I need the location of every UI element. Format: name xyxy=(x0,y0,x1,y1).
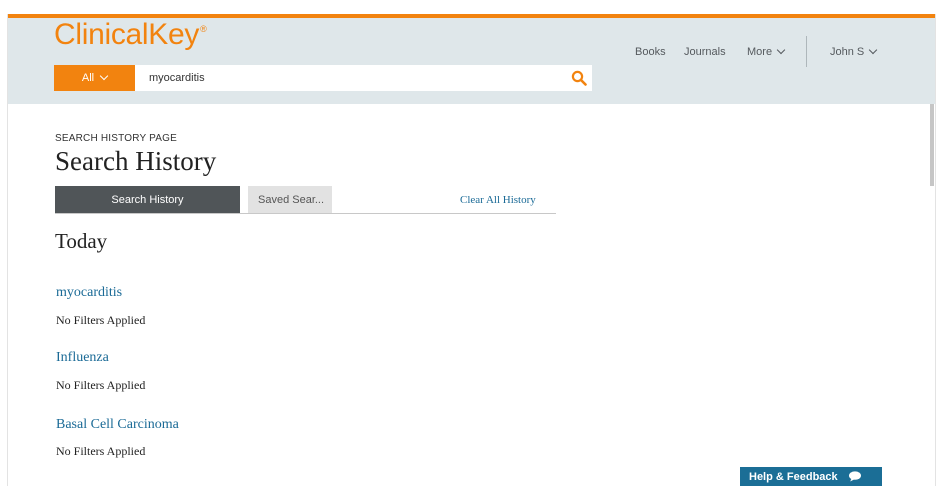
search-icon[interactable] xyxy=(571,70,587,86)
history-item-filters: No Filters Applied xyxy=(56,378,146,392)
chevron-down-icon xyxy=(869,45,878,55)
nav-more-label: More xyxy=(747,46,773,58)
nav-journals-link[interactable]: Journals xyxy=(684,46,726,58)
user-menu[interactable]: John S xyxy=(830,45,878,58)
tab-underline xyxy=(55,213,556,214)
search-bar: All xyxy=(54,65,592,91)
history-item-filters: No Filters Applied xyxy=(56,444,146,458)
browser-viewport: ClinicalKey® All Books Journals More Joh… xyxy=(7,14,936,486)
search-input[interactable] xyxy=(135,65,569,91)
chat-bubble-icon xyxy=(848,471,861,482)
logo-text: ClinicalKey xyxy=(54,18,200,51)
page-breadcrumb: SEARCH HISTORY PAGE xyxy=(55,133,177,144)
chevron-down-icon xyxy=(776,45,786,55)
nav-more-menu[interactable]: More xyxy=(747,45,786,58)
page-title: Search History xyxy=(55,146,217,176)
user-name: John S xyxy=(830,46,865,58)
chevron-down-icon xyxy=(99,71,109,81)
nav-books-link[interactable]: Books xyxy=(635,46,666,58)
tab-saved-searches[interactable]: Saved Sear... xyxy=(248,186,332,213)
help-feedback-button[interactable]: Help & Feedback xyxy=(740,467,882,486)
logo-mark: ® xyxy=(200,24,207,34)
history-item-link[interactable]: myocarditis xyxy=(56,285,122,301)
help-feedback-label: Help & Feedback xyxy=(749,470,838,483)
search-scope-label: All xyxy=(81,72,95,84)
history-item-link[interactable]: Basal Cell Carcinoma xyxy=(56,417,179,433)
clear-all-history-link[interactable]: Clear All History xyxy=(460,194,536,206)
site-header: ClinicalKey® All Books Journals More Joh… xyxy=(8,18,935,104)
scrollbar-thumb[interactable] xyxy=(930,104,934,186)
tab-search-history[interactable]: Search History xyxy=(55,186,240,213)
history-item-link[interactable]: Influenza xyxy=(56,350,109,366)
search-scope-dropdown[interactable]: All xyxy=(54,65,135,91)
history-item-filters: No Filters Applied xyxy=(56,313,146,327)
nav-divider xyxy=(806,36,807,67)
history-group-heading: Today xyxy=(55,229,108,253)
clinicalkey-logo[interactable]: ClinicalKey® xyxy=(54,18,207,52)
